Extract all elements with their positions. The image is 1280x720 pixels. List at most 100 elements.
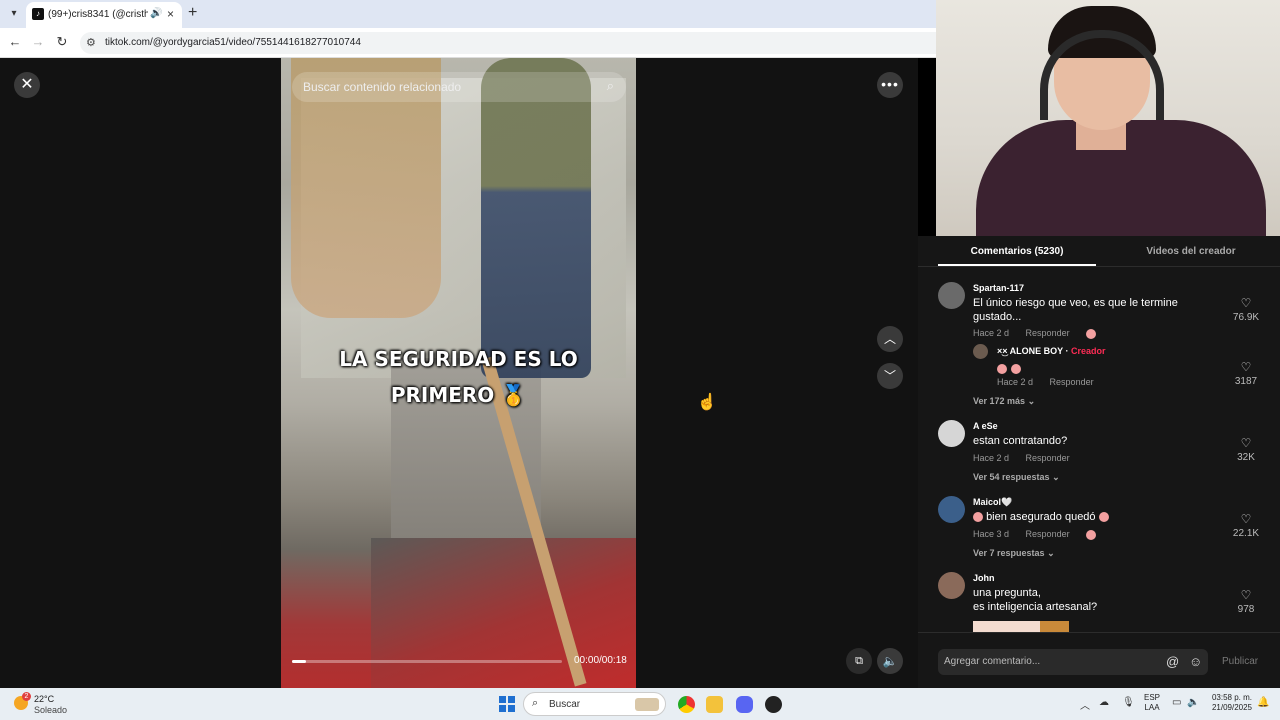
picture-in-picture-icon[interactable]: ⧉ (846, 648, 872, 674)
like-button[interactable]: ♡ 22.1K (1228, 512, 1264, 539)
notification-bell-icon[interactable]: 🔔 (1257, 697, 1269, 708)
related-search-input[interactable]: Buscar contenido relacionado ⌕ (292, 72, 626, 102)
emoji-icon[interactable]: ☺ (1189, 654, 1202, 669)
taskbar-search[interactable]: ⌕ Buscar (523, 692, 666, 716)
obs-icon[interactable] (765, 696, 782, 713)
discord-icon[interactable] (736, 696, 753, 713)
reply-username-row: ×͜× ALONE BOY · Creador (997, 346, 1106, 356)
language-indicator[interactable]: ESP LAA (1144, 693, 1160, 713)
comment-item: Spartan-117 El único riesgo que veo, es … (938, 282, 1268, 412)
volume-icon[interactable]: 🔈 (1187, 697, 1199, 708)
comment-item: A eSe estan contratando? Hace 2 d Respon… (938, 420, 1268, 490)
url-text[interactable]: tiktok.com/@yordygarcia51/video/75514416… (105, 37, 361, 48)
video-player[interactable]: LA SEGURIDAD ES LO PRIMERO 🥇 (281, 58, 636, 688)
publish-button[interactable]: Publicar (1222, 656, 1258, 667)
comment-text: El único riesgo que veo, es que le termi… (973, 297, 1178, 323)
heart-icon[interactable]: ♡ (1228, 360, 1264, 374)
chevron-down-icon: ⌄ (1027, 396, 1036, 406)
heart-icon[interactable]: ♡ (1228, 436, 1264, 450)
heart-icon[interactable]: ♡ (1228, 588, 1264, 602)
reply-button[interactable]: Responder (1026, 328, 1070, 338)
like-button[interactable]: ♡ 978 (1228, 588, 1264, 615)
volume-icon[interactable]: 🔈 (877, 648, 903, 674)
avatar[interactable] (938, 282, 965, 309)
new-tab-button[interactable]: + (188, 4, 197, 22)
like-button[interactable]: ♡ 32K (1228, 436, 1264, 463)
reload-icon[interactable]: ↻ (53, 34, 71, 50)
comment-time: Hace 2 d (973, 328, 1010, 338)
tab-title: (99+)cris8341 (@cristhian8... (48, 9, 148, 20)
laughing-emoji-icon (997, 363, 1007, 374)
weather-description[interactable]: Soleado (34, 705, 67, 715)
reply-avatar[interactable] (973, 344, 988, 359)
video-time: 00:00/00:18 (574, 655, 627, 666)
back-icon[interactable]: ← (6, 34, 24, 49)
previous-video-button[interactable]: ︿ (877, 326, 903, 352)
onedrive-icon[interactable]: ☁ (1099, 697, 1109, 708)
comment-image-thumbnail[interactable] (973, 621, 1069, 632)
tiktok-favicon-icon: ♪ (32, 8, 44, 20)
windows-start-icon[interactable] (499, 696, 515, 712)
url-field[interactable]: ⚙ tiktok.com/@yordygarcia51/video/755144… (80, 32, 936, 54)
video-caption: LA SEGURIDAD ES LO PRIMERO 🥇 (281, 341, 636, 413)
file-explorer-icon[interactable] (706, 696, 723, 713)
network-icon[interactable]: ▭ (1172, 697, 1181, 708)
clock-time: 03:58 p. m. (1211, 693, 1252, 702)
view-more-replies[interactable]: Ver 172 más ⌄ (973, 396, 1035, 407)
microphone-icon[interactable]: 🎙 (1122, 697, 1135, 708)
windows-taskbar: 2 22°C Soleado ⌕ Buscar ︿ ☁ 🎙 ESP LAA ▭ … (0, 688, 1280, 720)
view-more-replies[interactable]: Ver 7 respuestas ⌄ (973, 548, 1055, 559)
like-count: 3187 (1234, 376, 1258, 387)
forward-icon[interactable]: → (29, 34, 47, 49)
browser-tab[interactable]: ♪ (99+)cris8341 (@cristhian8... 🔊 × (26, 2, 182, 28)
avatar[interactable] (938, 572, 965, 599)
tab-list-chevron-icon[interactable]: ▾ (6, 6, 22, 22)
chrome-icon[interactable] (678, 696, 695, 713)
like-button[interactable]: ♡ 76.9K (1228, 296, 1264, 323)
panel-tabs: Comentarios (5230) Videos del creador (938, 242, 1260, 266)
heart-icon[interactable]: ♡ (1228, 512, 1264, 526)
tab-comments[interactable]: Comentarios (5230) (938, 246, 1096, 257)
site-info-icon[interactable]: ⚙ (86, 36, 96, 49)
next-video-button[interactable]: ﹀ (877, 363, 903, 389)
search-icon[interactable]: ⌕ (607, 78, 614, 94)
chevron-down-icon: ⌄ (1052, 472, 1060, 482)
creator-liked-icon (1086, 328, 1097, 339)
video-progress-fill (292, 660, 306, 663)
tray-chevron-icon[interactable]: ︿ (1080, 697, 1090, 712)
tab-creator-videos[interactable]: Videos del creador (1116, 246, 1266, 257)
address-bar: ← → ↻ ⚙ tiktok.com/@yordygarcia51/video/… (0, 28, 936, 58)
weather-badge: 2 (22, 692, 31, 701)
avatar[interactable] (938, 496, 965, 523)
comment-input[interactable]: Agregar comentario... @ ☺ (938, 649, 1208, 675)
video-progress-bar[interactable] (292, 660, 562, 663)
reply-button[interactable]: Responder (1050, 377, 1094, 387)
system-clock[interactable]: 03:58 p. m. 21/09/2025 (1206, 693, 1252, 713)
more-options-button[interactable]: ••• (877, 72, 903, 98)
comment-meta: Hace 2 d Responder (973, 328, 1110, 339)
close-video-button[interactable]: ✕ (14, 72, 40, 98)
reply-username[interactable]: ×͜× ALONE BOY (997, 346, 1063, 356)
video-caption-line2: PRIMERO 🥇 (390, 383, 527, 407)
weather-temperature[interactable]: 22°C (34, 694, 54, 704)
comment-text: bien asegurado quedó (986, 511, 1096, 523)
speaker-icon[interactable]: 🔊 (150, 8, 162, 19)
comment-username[interactable]: Spartan-117 (973, 283, 1024, 293)
laughing-emoji-icon (1098, 512, 1109, 523)
avatar[interactable] (938, 420, 965, 447)
reply-like-button[interactable]: ♡ 3187 (1228, 360, 1264, 387)
heart-icon[interactable]: ♡ (1228, 296, 1264, 310)
reply-meta: Hace 2 d Responder (997, 377, 1108, 387)
laughing-emoji-icon (973, 512, 983, 523)
comment-username[interactable]: John (973, 573, 995, 583)
comment-username[interactable]: A eSe (973, 421, 998, 431)
view-more-label: Ver 172 más (973, 396, 1026, 406)
comment-username[interactable]: Maicol🤍 (973, 497, 1012, 508)
reply-button[interactable]: Responder (1026, 529, 1070, 539)
like-count: 32K (1237, 452, 1255, 463)
creator-liked-icon (1086, 529, 1097, 540)
view-more-replies[interactable]: Ver 54 respuestas ⌄ (973, 472, 1060, 483)
tab-close-icon[interactable]: × (167, 7, 174, 21)
reply-button[interactable]: Responder (1026, 453, 1070, 463)
mention-icon[interactable]: @ (1166, 654, 1179, 669)
